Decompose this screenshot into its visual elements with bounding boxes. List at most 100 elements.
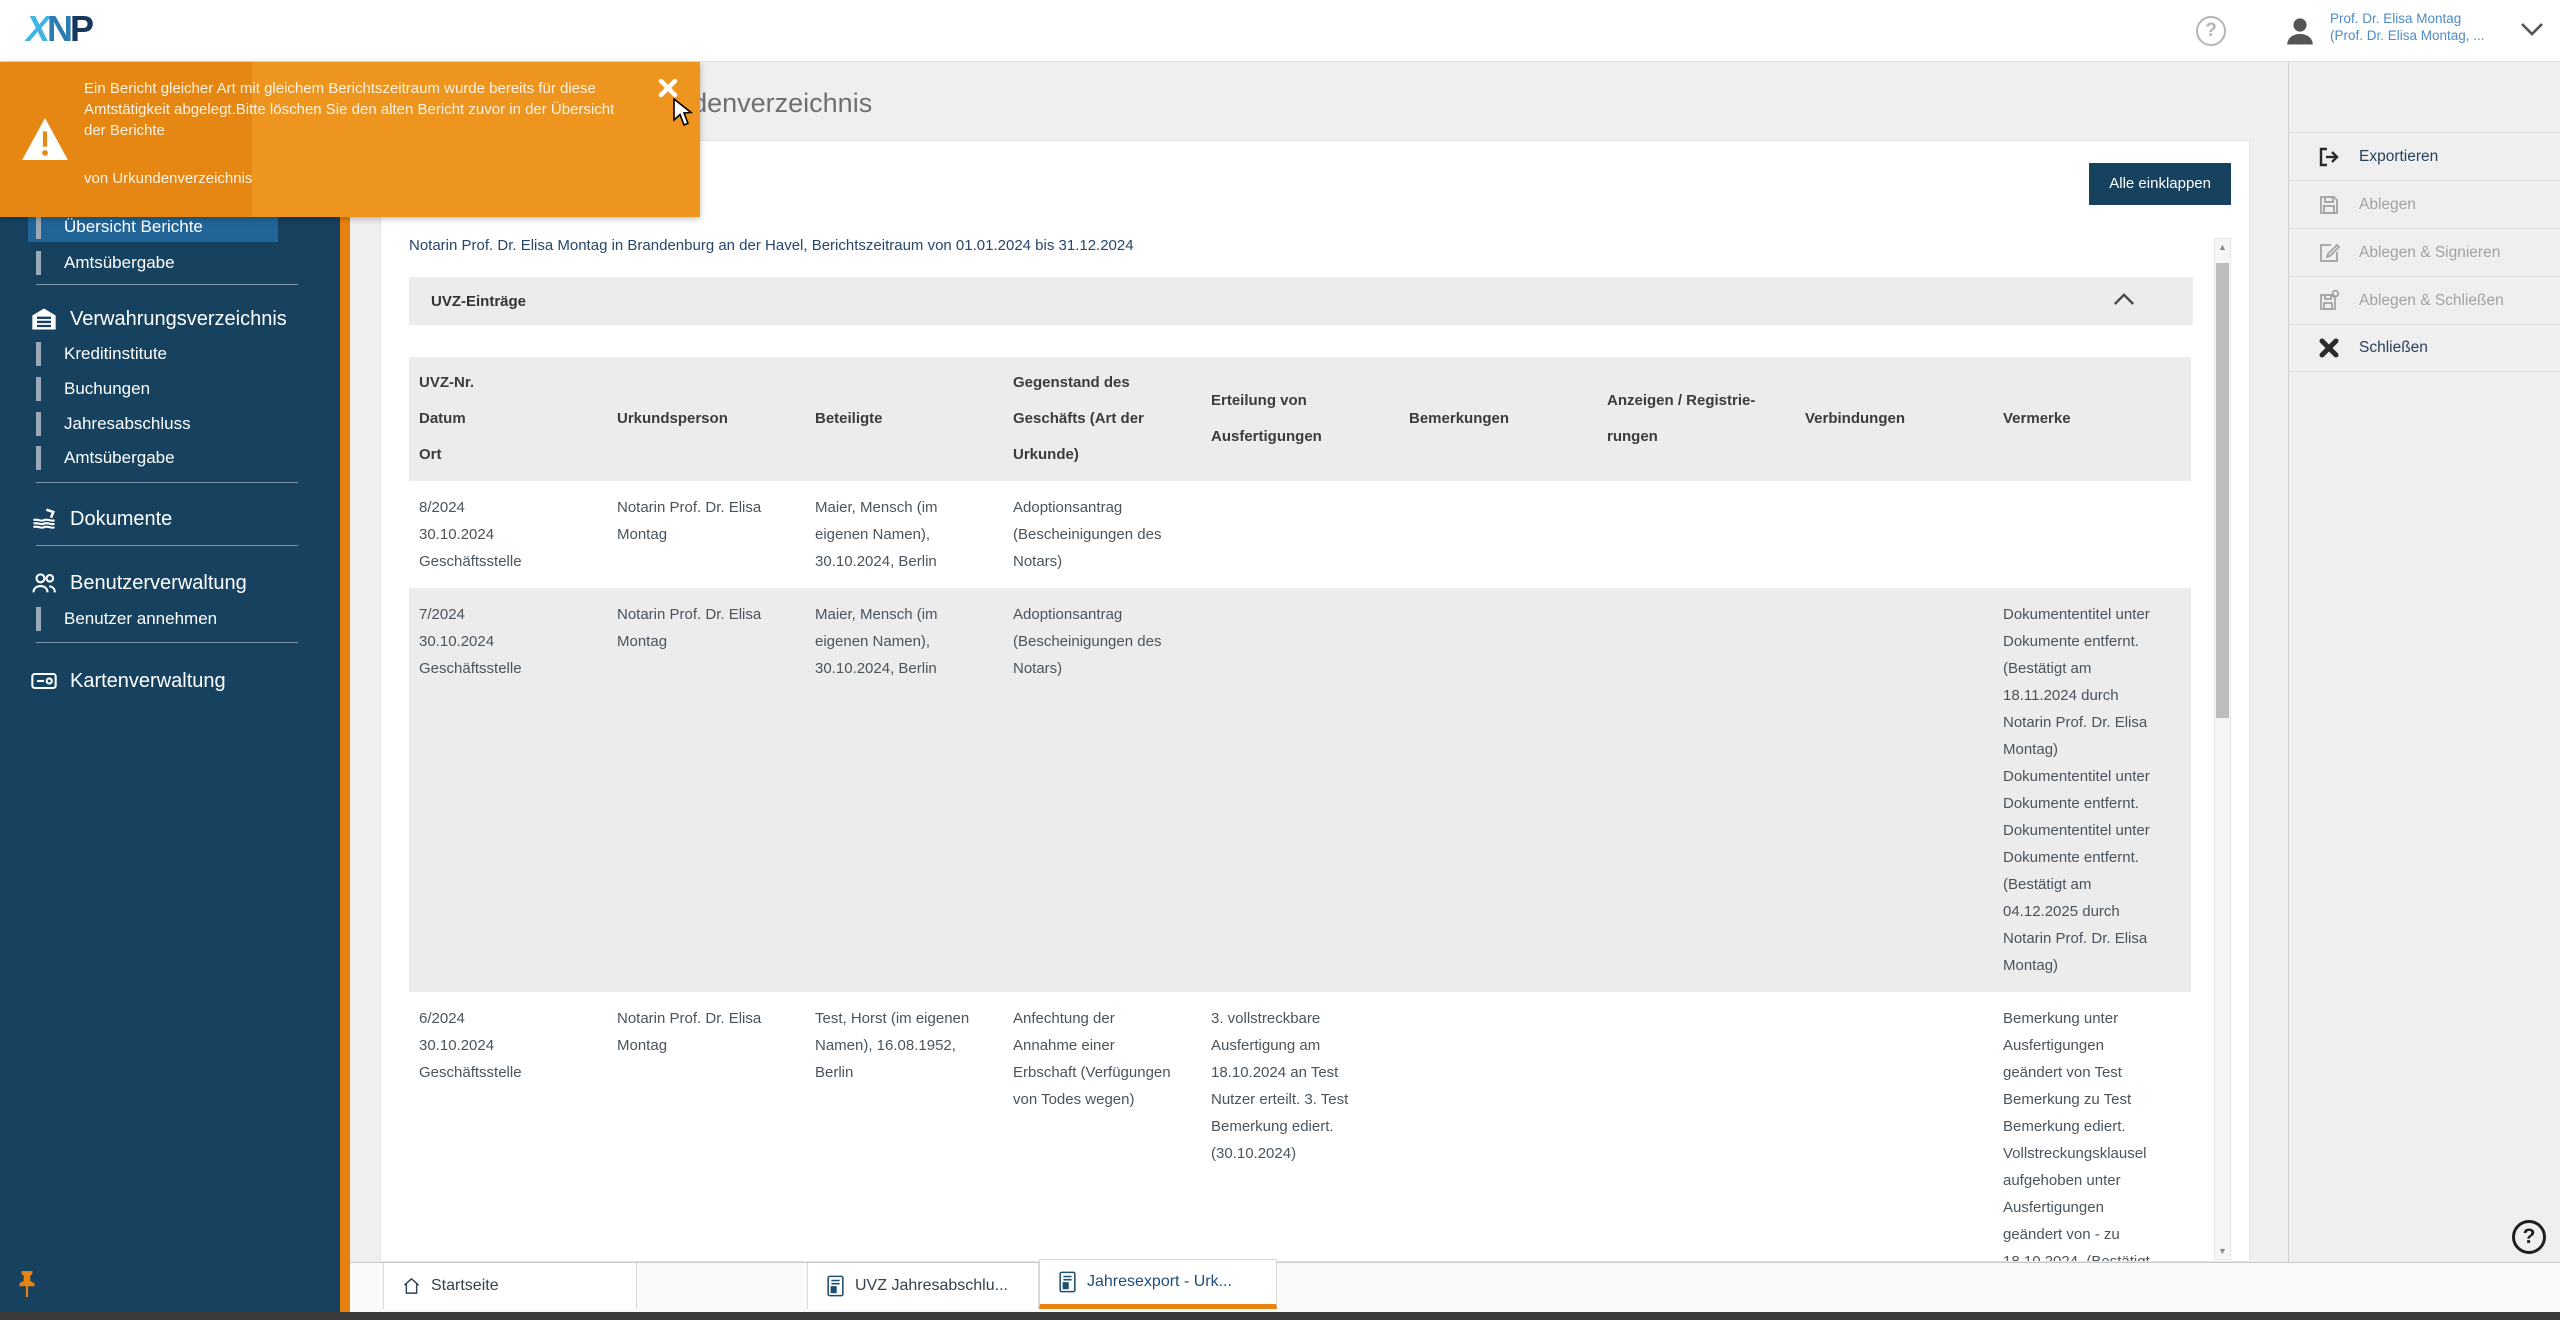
cell-beteiligte: Test, Horst (im eigenen Namen), 16.08.19… bbox=[815, 1010, 970, 1081]
export-icon bbox=[2319, 147, 2339, 166]
cell-anzeigen bbox=[1597, 992, 1795, 1261]
chevron-down-icon[interactable] bbox=[2520, 22, 2544, 40]
cell-bemerkungen bbox=[1399, 992, 1597, 1261]
document-icon bbox=[827, 1275, 844, 1297]
cell-anzeigen bbox=[1597, 481, 1795, 588]
warning-toast: Ein Bericht gleicher Art mit gleichem Be… bbox=[0, 62, 700, 217]
cell-uvz: 8/2024 30.10.2024 Geschäftsstelle bbox=[419, 499, 522, 570]
col-urkundsperson: Urkundsperson bbox=[617, 410, 728, 427]
sidebar: Übersicht Berichte Amtsübergabe Verwahru… bbox=[0, 62, 350, 1312]
chevron-up-icon[interactable] bbox=[2113, 293, 2135, 307]
cell-bemerkungen bbox=[1399, 481, 1597, 588]
cell-vermerke: Bemerkung unter Ausfertigungen geändert … bbox=[2003, 1010, 2150, 1262]
divider bbox=[36, 642, 298, 643]
tab-jahresexport-urkundenverzeichnis[interactable]: Jahresexport - Urk... bbox=[1039, 1259, 1277, 1309]
cell-urkundsperson: Notarin Prof. Dr. Elisa Montag bbox=[617, 1010, 762, 1054]
tab-startseite[interactable]: Startseite bbox=[383, 1263, 637, 1309]
action-panel: Exportieren Ablegen Ablegen & Signieren … bbox=[2288, 62, 2560, 1312]
sidebar-item-benutzer-annehmen[interactable]: Benutzer annehmen bbox=[28, 604, 278, 634]
scroll-up-icon[interactable]: ▲ bbox=[2215, 239, 2230, 255]
col-vermerke: Vermerke bbox=[2003, 410, 2071, 427]
sidebar-item-amtsuebergabe[interactable]: Amtsübergabe bbox=[28, 248, 278, 278]
sidebar-section-verwahrungsverzeichnis[interactable]: Verwahrungsverzeichnis bbox=[30, 302, 320, 336]
sidebar-section-benutzerverwaltung[interactable]: Benutzerverwaltung bbox=[30, 566, 320, 600]
user-detail: (Prof. Dr. Elisa Montag, ... bbox=[2330, 28, 2485, 43]
cell-urkundsperson: Notarin Prof. Dr. Elisa Montag bbox=[617, 499, 762, 543]
uvz-section-header[interactable]: UVZ-Einträge bbox=[409, 277, 2193, 325]
col-bemerkungen: Bemerkungen bbox=[1409, 410, 1510, 427]
app-logo: XNP bbox=[26, 8, 94, 49]
toast-close-icon[interactable] bbox=[658, 78, 678, 98]
mouse-cursor bbox=[672, 97, 698, 128]
item-marker bbox=[36, 215, 41, 239]
item-marker bbox=[36, 446, 41, 470]
cell-bemerkungen bbox=[1399, 588, 1597, 992]
bottom-tab-bar: Startseite UVZ Jahresabschlu... Jahresex… bbox=[350, 1259, 2560, 1312]
cell-gegenstand: Adoptionsantrag (Bescheinigungen des Not… bbox=[1013, 606, 1162, 677]
item-marker bbox=[36, 342, 41, 366]
user-menu[interactable]: Prof. Dr. Elisa Montag (Prof. Dr. Elisa … bbox=[2330, 10, 2530, 44]
cell-uvz: 6/2024 30.10.2024 Geschäftsstelle bbox=[419, 1010, 522, 1081]
warning-icon bbox=[22, 118, 68, 161]
cell-uvz: 7/2024 30.10.2024 Geschäftsstelle bbox=[419, 606, 522, 677]
pin-icon[interactable] bbox=[14, 1270, 40, 1300]
save-and-sign-button: Ablegen & Signieren bbox=[2289, 228, 2560, 276]
sidebar-section-kartenverwaltung[interactable]: Kartenverwaltung bbox=[30, 664, 320, 698]
report-subtitle: Notarin Prof. Dr. Elisa Montag in Brande… bbox=[409, 237, 1134, 254]
toast-message: Ein Bericht gleicher Art mit gleichem Be… bbox=[84, 80, 615, 139]
scrollbar-thumb[interactable] bbox=[2216, 263, 2229, 718]
table-row[interactable]: 7/2024 30.10.2024 Geschäftsstelle Notari… bbox=[409, 588, 2191, 992]
col-uvz-nr: UVZ-Nr. Datum Ort bbox=[419, 374, 475, 463]
document-icon bbox=[1059, 1271, 1076, 1293]
col-verbindungen: Verbindungen bbox=[1805, 410, 1906, 427]
documents-icon bbox=[33, 508, 56, 529]
cell-erteilung bbox=[1201, 481, 1399, 588]
cell-gegenstand: Anfechtung der Annahme einer Erbschaft (… bbox=[1013, 1010, 1171, 1108]
col-erteilung: Erteilung von Ausfertigungen bbox=[1211, 392, 1322, 445]
card-icon bbox=[31, 672, 57, 690]
sign-icon bbox=[2320, 243, 2341, 262]
export-button[interactable]: Exportieren bbox=[2289, 132, 2560, 180]
cell-gegenstand: Adoptionsantrag (Bescheinigungen des Not… bbox=[1013, 499, 1162, 570]
user-avatar-icon bbox=[2282, 13, 2318, 49]
col-anzeigen: Anzeigen / Registrie- rungen bbox=[1607, 392, 1756, 445]
sidebar-item-kreditinstitute[interactable]: Kreditinstitute bbox=[28, 339, 278, 369]
help-icon[interactable]: ? bbox=[2196, 16, 2226, 46]
cell-anzeigen bbox=[1597, 588, 1795, 992]
divider bbox=[36, 545, 298, 546]
window-bottom-edge bbox=[0, 1312, 2560, 1320]
save-and-close-button: Ablegen & Schließen bbox=[2289, 276, 2560, 324]
table-scrollbar[interactable]: ▲ ▼ bbox=[2214, 238, 2231, 1260]
help-icon-bottom[interactable]: ? bbox=[2512, 1220, 2546, 1254]
sidebar-item-jahresabschluss[interactable]: Jahresabschluss bbox=[28, 409, 278, 439]
cell-verbindungen bbox=[1795, 588, 1993, 992]
table-row[interactable]: 8/2024 30.10.2024 Geschäftsstelle Notari… bbox=[409, 481, 2191, 588]
item-marker bbox=[36, 377, 41, 401]
sidebar-section-dokumente[interactable]: Dokumente bbox=[30, 502, 320, 536]
top-bar: XNP ? Prof. Dr. Elisa Montag (Prof. Dr. … bbox=[0, 0, 2560, 62]
home-icon bbox=[403, 1277, 420, 1294]
table-header-row: UVZ-Nr. Datum Ort Urkundsperson Beteilig… bbox=[409, 357, 2191, 481]
tab-uvz-jahresabschluss[interactable]: UVZ Jahresabschlu... bbox=[807, 1263, 1039, 1309]
cell-vermerke: Dokumententitel unter Dokumente entfernt… bbox=[2003, 606, 2150, 974]
cell-beteiligte: Maier, Mensch (im eigenen Namen), 30.10.… bbox=[815, 499, 938, 570]
section-title: UVZ-Einträge bbox=[431, 292, 527, 310]
sidebar-item-amtsuebergabe-vvz[interactable]: Amtsübergabe bbox=[28, 443, 278, 473]
users-icon bbox=[32, 573, 56, 593]
sidebar-item-buchungen[interactable]: Buchungen bbox=[28, 374, 278, 404]
scroll-down-icon[interactable]: ▼ bbox=[2215, 1243, 2230, 1259]
table-row[interactable]: 6/2024 30.10.2024 Geschäftsstelle Notari… bbox=[409, 992, 2191, 1262]
cell-verbindungen bbox=[1795, 992, 1993, 1261]
divider bbox=[36, 284, 298, 285]
cell-vermerke bbox=[1993, 481, 2191, 588]
cell-verbindungen bbox=[1795, 481, 1993, 588]
close-button[interactable]: Schließen bbox=[2289, 324, 2560, 372]
item-marker bbox=[36, 251, 41, 275]
divider bbox=[36, 482, 298, 483]
cell-urkundsperson: Notarin Prof. Dr. Elisa Montag bbox=[617, 606, 762, 650]
save-icon bbox=[2320, 195, 2338, 214]
save-button: Ablegen bbox=[2289, 180, 2560, 228]
item-marker bbox=[36, 607, 41, 631]
collapse-all-button[interactable]: Alle einklappen bbox=[2089, 163, 2231, 205]
save-close-icon bbox=[2320, 289, 2340, 310]
